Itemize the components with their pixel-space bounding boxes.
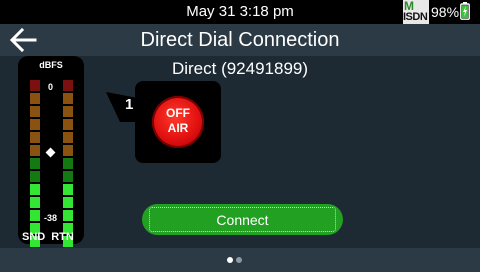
- meter-bottom-label: -38: [44, 213, 58, 223]
- return-meter-segment: [63, 210, 73, 221]
- connect-button[interactable]: Connect: [142, 204, 343, 235]
- meter-unit: dBFS: [39, 60, 63, 70]
- send-meter-segment: [30, 106, 40, 117]
- return-meter-segment: [63, 93, 73, 104]
- page-indicator-dot[interactable]: [236, 257, 242, 263]
- meter-top-label: 0: [48, 82, 54, 92]
- page-indicator-dot-active[interactable]: [227, 257, 233, 263]
- title-bar: Direct Dial Connection: [0, 24, 480, 56]
- return-meter-segment: [63, 145, 73, 156]
- network-badge: M ISDN: [403, 0, 429, 24]
- battery-charging-icon: [460, 2, 470, 20]
- off-air-button[interactable]: OFF AIR: [152, 96, 204, 148]
- send-label: SND: [22, 231, 46, 243]
- send-meter-segment: [30, 158, 40, 169]
- return-meter-segment: [63, 119, 73, 130]
- send-meter-segment: [30, 171, 40, 182]
- send-meter-segment: [30, 210, 40, 221]
- return-meter-segment: [63, 158, 73, 169]
- send-meter-segment: [30, 184, 40, 195]
- status-bar: May 31 3:18 pm M ISDN 98%: [0, 0, 480, 24]
- page-title: Direct Dial Connection: [140, 29, 340, 51]
- send-meter-segment: [30, 145, 40, 156]
- meter-marker: [45, 147, 56, 158]
- return-meter-segment: [63, 80, 73, 91]
- send-meter-segment: [30, 119, 40, 130]
- audio-level-meter: dBFS 0 -38 SND RTN: [18, 56, 84, 260]
- connect-button-label: Connect: [149, 207, 336, 232]
- return-meter-segment: [63, 171, 73, 182]
- meter-footer: SND RTN: [22, 231, 74, 243]
- return-meter-segment: [63, 132, 73, 143]
- return-meter-segment: [63, 197, 73, 208]
- send-meter-segment: [30, 132, 40, 143]
- send-meter-segment: [30, 93, 40, 104]
- return-meter-segment: [63, 106, 73, 117]
- battery-percent: 98%: [431, 4, 460, 20]
- off-air-label-line1: OFF: [166, 106, 190, 120]
- line-number: 1: [125, 96, 134, 113]
- network-type: ISDN: [403, 11, 428, 23]
- send-meter-segment: [30, 80, 40, 91]
- off-air-label-line2: AIR: [167, 121, 189, 135]
- send-meter-segment: [30, 197, 40, 208]
- return-meter-segment: [63, 184, 73, 195]
- return-label: RTN: [51, 231, 74, 243]
